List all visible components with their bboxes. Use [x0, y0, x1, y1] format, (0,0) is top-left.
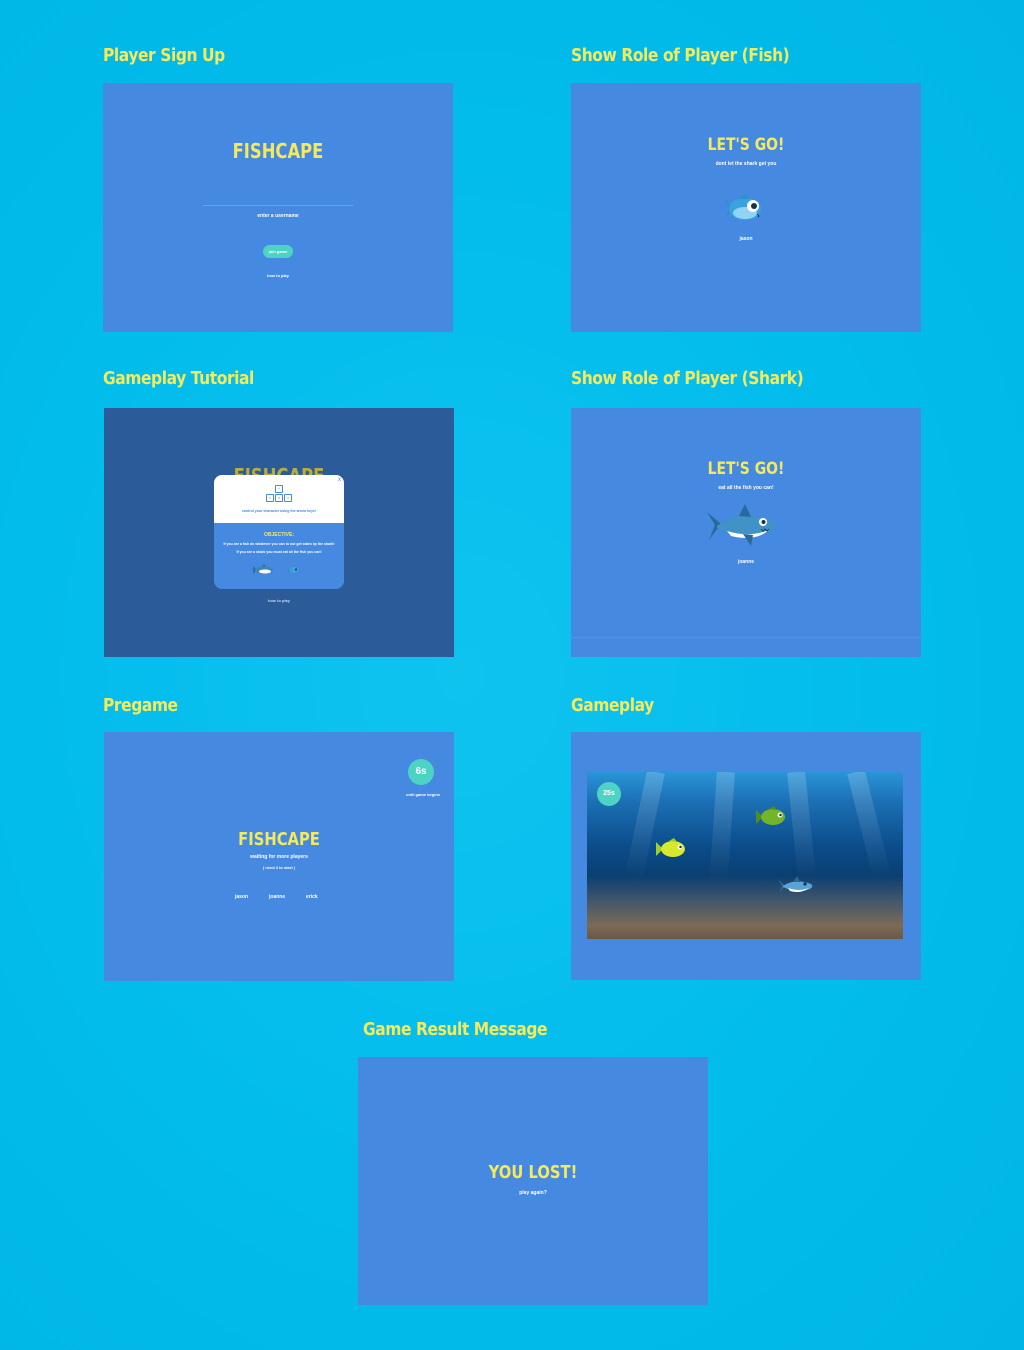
tutorial-modal: x ^ < v > control your character using t…: [214, 475, 344, 589]
objective-shark-text: If you are a shark you must eat all the …: [236, 550, 322, 554]
controls-text: control your character using the arrow k…: [241, 509, 317, 513]
shark-character-icon: [707, 504, 776, 546]
fish-icon: [288, 567, 299, 573]
tutorial-screen: FISHCAPE x ^ < v > control your characte…: [104, 408, 454, 657]
need-players-text: ( need 3 to start ): [262, 865, 296, 870]
player-username: joanne: [737, 559, 755, 565]
light-ray: [624, 772, 665, 882]
tutorial-controls-section: x ^ < v > control your character using t…: [214, 475, 344, 523]
objective-fish-text: If you are a fish do whatever you can to…: [223, 542, 335, 546]
role-subtitle: dont let the shark get you: [715, 161, 777, 167]
how-to-play-link[interactable]: how to play: [104, 598, 454, 603]
panel-title-result: Game Result Message: [363, 1019, 548, 1040]
arrow-right-key-icon: >: [284, 494, 292, 502]
waiting-text: waiting for more players: [250, 854, 308, 860]
arrow-down-key-icon: v: [275, 494, 283, 502]
how-to-play-link[interactable]: how to play: [103, 273, 453, 278]
lets-go-heading: LET'S GO!: [707, 459, 785, 479]
join-game-button[interactable]: join game: [263, 245, 293, 258]
light-ray: [709, 772, 735, 883]
green-fish-icon: [756, 806, 785, 825]
panel-title-role-fish: Show Role of Player (Fish): [571, 45, 790, 66]
player-username: jason: [739, 236, 753, 242]
game-timer: 25s: [597, 782, 621, 806]
result-screen: YOU LOST! play again?: [358, 1057, 708, 1305]
player-list-item: jason: [235, 894, 249, 900]
shark-player-icon: [778, 876, 813, 893]
signup-screen: FISHCAPE enter a username join game how …: [103, 83, 453, 332]
objective-label: OBJECTIVE:: [263, 532, 294, 538]
screen-divider: [571, 637, 921, 638]
arrow-left-key-icon: <: [266, 494, 274, 502]
light-ray: [847, 772, 892, 881]
light-ray: [787, 772, 817, 883]
arrow-up-key-icon: ^: [275, 485, 283, 493]
timer-caption: until game begins: [406, 792, 441, 797]
panel-title-tutorial: Gameplay Tutorial: [103, 368, 254, 389]
shark-icon: [253, 564, 273, 574]
game-title: FISHCAPE: [238, 829, 320, 850]
countdown-timer: 6s: [408, 759, 434, 785]
username-input[interactable]: [203, 205, 353, 206]
panel-title-gameplay: Gameplay: [571, 695, 654, 716]
role-subtitle: eat all the fish you can!: [718, 485, 774, 491]
yellow-fish-icon: [656, 838, 685, 857]
player-list-item: joanne: [269, 894, 286, 900]
result-message: YOU LOST!: [488, 1162, 578, 1183]
game-title: FISHCAPE: [232, 139, 324, 163]
panel-title-role-shark: Show Role of Player (Shark): [571, 368, 804, 389]
fish-character-icon: [725, 194, 761, 220]
username-label: enter a username: [257, 213, 299, 219]
panel-title-signup: Player Sign Up: [103, 45, 225, 66]
player-list-item: erick: [306, 894, 318, 900]
play-again-link[interactable]: play again?: [358, 1190, 708, 1196]
close-icon[interactable]: x: [338, 477, 341, 483]
panel-title-pregame: Pregame: [103, 695, 178, 716]
pregame-screen: 6s until game begins FISHCAPE waiting fo…: [104, 732, 454, 981]
lets-go-heading: LET'S GO!: [707, 135, 785, 155]
gameplay-screen: 25s: [571, 732, 921, 980]
role-shark-screen: LET'S GO! eat all the fish you can! joan…: [571, 408, 921, 657]
role-fish-screen: LET'S GO! dont let the shark get you jas…: [571, 83, 921, 332]
ocean-game-canvas[interactable]: 25s: [587, 772, 903, 939]
